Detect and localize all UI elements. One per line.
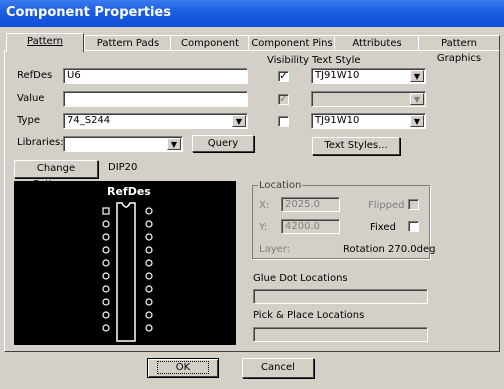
tab-label: Attributes xyxy=(352,38,402,49)
tab-label: Component Pins xyxy=(251,38,333,49)
type-value: 74_S244 xyxy=(67,115,111,126)
rotation-text: Rotation 270.0deg xyxy=(343,244,436,255)
pin-group xyxy=(102,207,153,332)
tab-label: Pattern Pads xyxy=(96,38,160,49)
pattern-preview: RefDes xyxy=(14,181,236,345)
x-label: X: xyxy=(259,200,270,211)
layer-label: Layer: xyxy=(259,244,291,255)
pin-pad xyxy=(102,246,110,254)
pin-pad xyxy=(102,324,110,332)
pin-pad xyxy=(102,272,110,280)
pin-pad xyxy=(145,285,153,293)
visibility-header: Visibility xyxy=(267,55,309,66)
pin-pad xyxy=(145,311,153,319)
tab-attributes[interactable]: Attributes xyxy=(334,35,420,51)
libraries-label: Libraries: xyxy=(17,137,64,148)
change-pattern-button[interactable]: Change Pattern... xyxy=(14,160,98,190)
pick-place-label: Pick & Place Locations xyxy=(253,310,365,321)
text-style-header: Text Style xyxy=(312,55,361,66)
pin-pad xyxy=(145,233,153,241)
value-visibility-checkbox[interactable]: ✓ xyxy=(278,94,289,105)
type-visibility-checkbox[interactable] xyxy=(278,116,289,127)
pin-pad xyxy=(102,311,110,319)
pin-pad xyxy=(102,298,110,306)
type-style-select[interactable]: TJ91W10 ▼ xyxy=(311,113,426,129)
refdes-visibility-checkbox[interactable]: ✓ xyxy=(278,71,289,82)
text-styles-button[interactable]: Text Styles... xyxy=(312,137,400,155)
pin-pad xyxy=(102,220,110,228)
type-select[interactable]: 74_S244 ▼ xyxy=(63,113,248,129)
location-group-label: Location xyxy=(258,180,303,191)
pin-pad xyxy=(145,259,153,267)
chevron-down-icon[interactable]: ▼ xyxy=(410,70,424,82)
y-label: Y: xyxy=(259,222,268,233)
pin-pad xyxy=(102,285,110,293)
pin-pad xyxy=(102,233,110,241)
chevron-down-icon[interactable]: ▼ xyxy=(167,138,181,150)
fixed-checkbox[interactable] xyxy=(408,221,419,232)
type-label: Type xyxy=(17,115,40,126)
chip-outline xyxy=(116,202,136,342)
cancel-button[interactable]: Cancel xyxy=(242,358,314,378)
refdes-input[interactable]: U6 xyxy=(63,68,248,84)
query-button[interactable]: Query xyxy=(192,135,254,152)
tab-component-pins[interactable]: Component Pins xyxy=(248,35,336,51)
ok-label: OK xyxy=(156,361,210,374)
tab-label: Pattern xyxy=(27,36,63,47)
flipped-label: Flipped xyxy=(368,200,405,211)
y-input[interactable]: 4200.0 xyxy=(281,219,340,234)
tab-pattern[interactable]: Pattern xyxy=(6,33,84,52)
pin-pad xyxy=(145,272,153,280)
title-bar: Component Properties xyxy=(0,0,504,27)
libraries-select[interactable]: ▼ xyxy=(63,136,183,152)
type-style-value: TJ91W10 xyxy=(315,115,360,126)
refdes-style-select[interactable]: TJ91W10 ▼ xyxy=(311,68,426,84)
glue-dot-field[interactable] xyxy=(253,289,428,304)
dip-outline-svg xyxy=(102,202,153,342)
pin-pad xyxy=(145,207,153,215)
pin-pad xyxy=(102,259,110,267)
chevron-down-icon[interactable]: ▼ xyxy=(410,115,424,127)
refdes-style-value: TJ91W10 xyxy=(315,70,360,81)
pick-place-field[interactable] xyxy=(253,327,428,342)
value-style-select[interactable]: ▼ xyxy=(311,91,426,107)
x-input[interactable]: 2025.0 xyxy=(281,197,340,212)
refdes-label: RefDes xyxy=(17,70,53,81)
tab-pattern-pads[interactable]: Pattern Pads xyxy=(84,35,172,51)
pin-pad xyxy=(145,324,153,332)
pin-pad xyxy=(145,298,153,306)
chevron-down-icon[interactable]: ▼ xyxy=(232,115,246,127)
ok-button[interactable]: OK xyxy=(147,358,219,378)
fixed-label: Fixed xyxy=(370,222,396,233)
glue-dot-label: Glue Dot Locations xyxy=(253,273,348,284)
flipped-checkbox[interactable] xyxy=(408,199,419,210)
pattern-name: DIP20 xyxy=(108,162,138,173)
value-label: Value xyxy=(17,93,45,104)
pin-1-pad xyxy=(102,207,110,215)
check-icon: ✓ xyxy=(279,94,288,105)
pin-pad xyxy=(145,246,153,254)
tab-component[interactable]: Component xyxy=(170,35,250,51)
tab-pattern-graphics[interactable]: Pattern Graphics xyxy=(418,35,500,64)
value-input[interactable] xyxy=(63,91,248,107)
tab-label: Component xyxy=(180,38,240,49)
chevron-down-icon[interactable]: ▼ xyxy=(410,93,424,105)
pin-pad xyxy=(145,220,153,228)
check-icon: ✓ xyxy=(279,71,288,82)
window-title: Component Properties xyxy=(6,5,171,20)
